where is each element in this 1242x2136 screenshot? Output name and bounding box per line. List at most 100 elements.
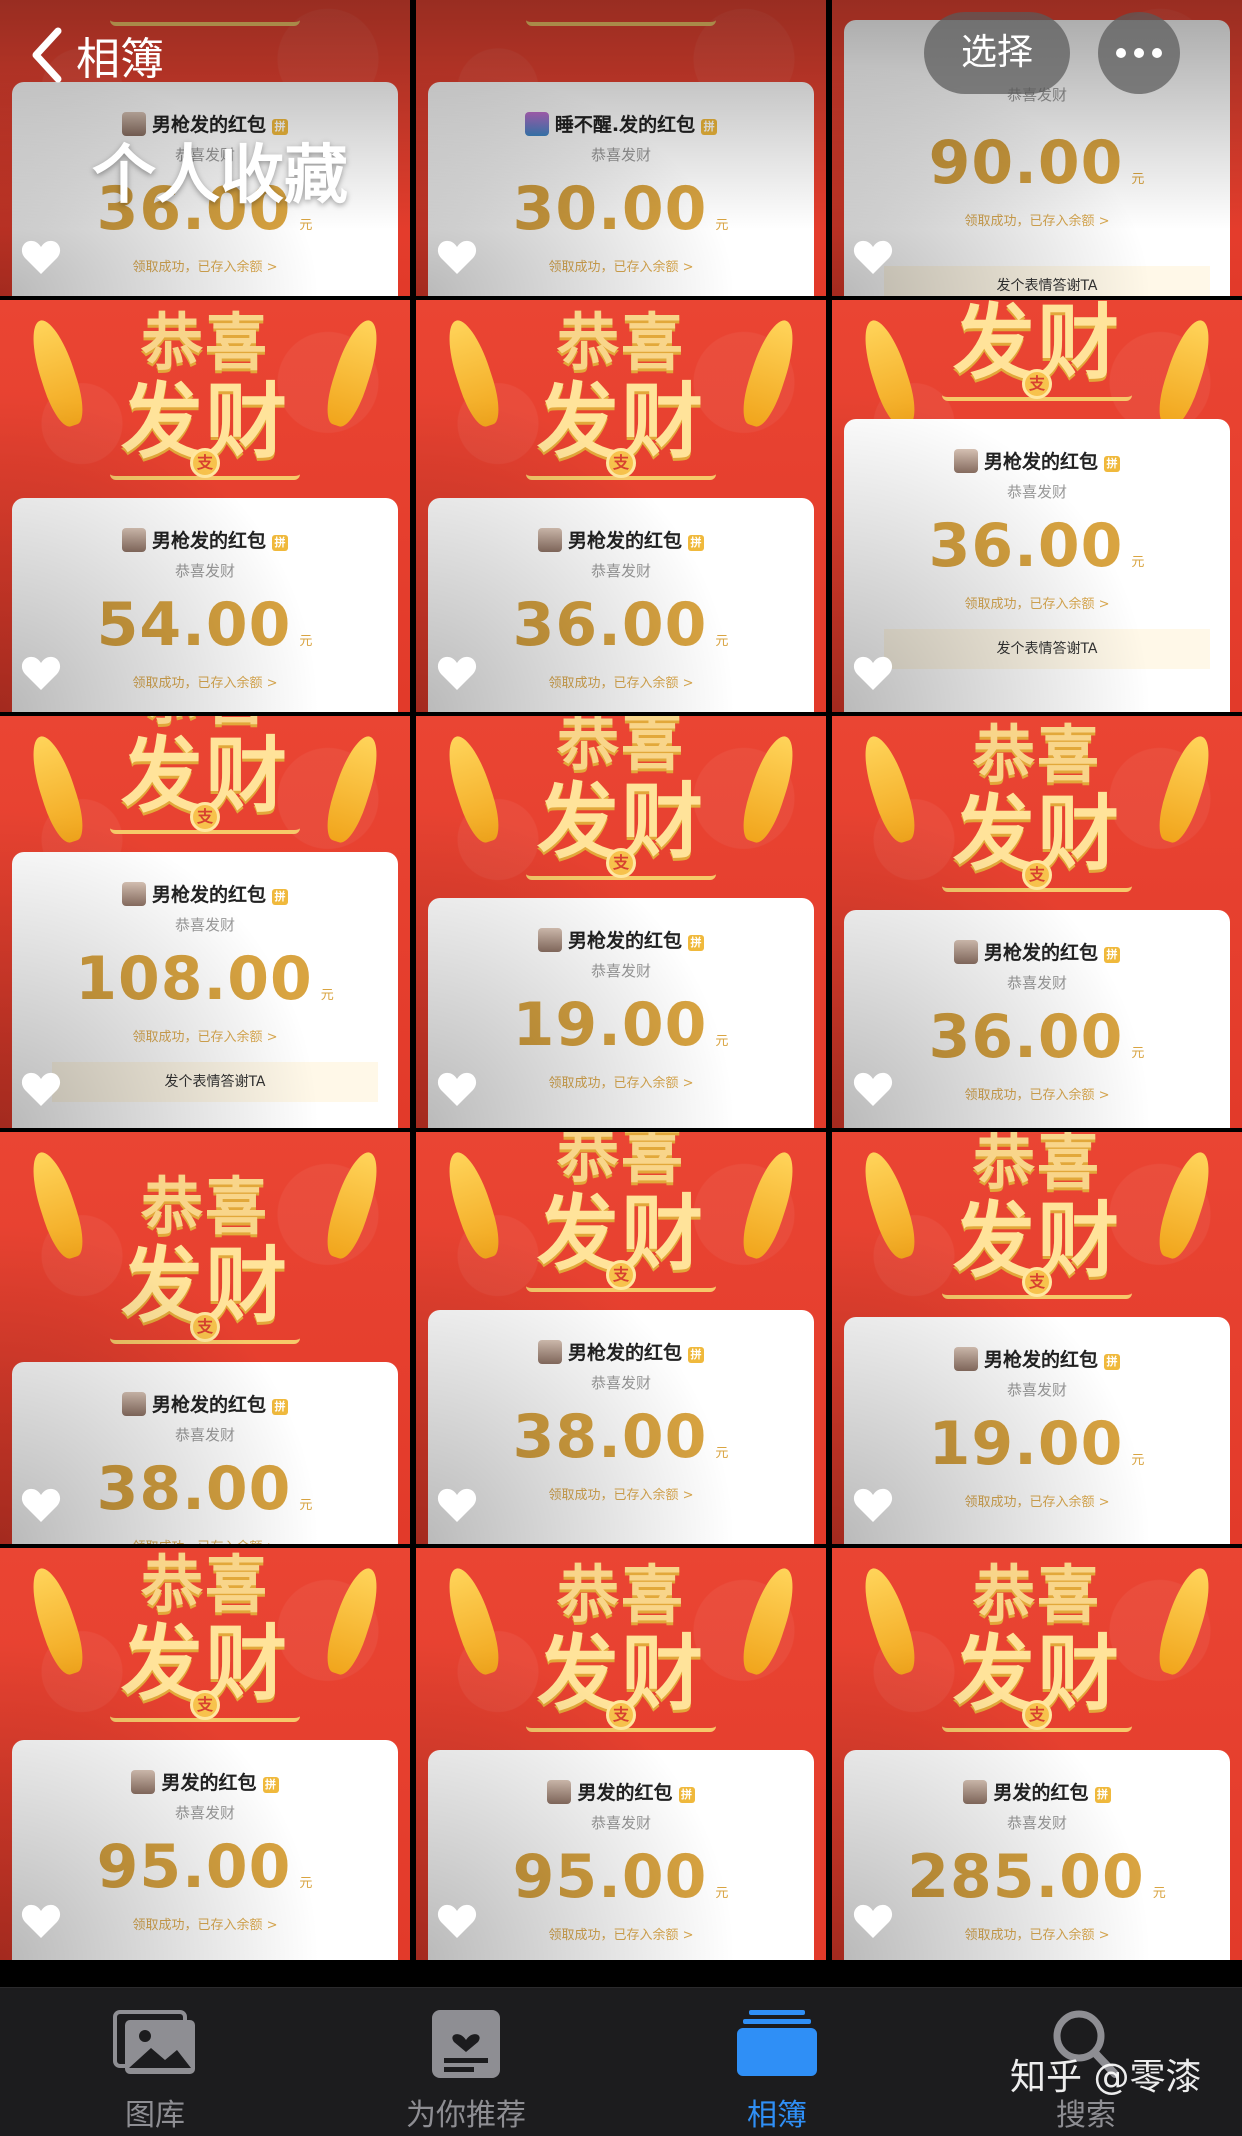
red-packet-photo[interactable]: 恭喜发财支男枪发的红包拼恭喜发财38.00元领取成功，已存入余额 > xyxy=(416,1132,826,1544)
pin-badge: 拼 xyxy=(272,889,288,905)
alipay-coin-icon: 支 xyxy=(190,1312,220,1342)
red-packet-photo[interactable]: 恭喜 发财支男枪发的红包拼恭喜发财 19.00 元领取成功，已存入余额 > xyxy=(832,1132,1242,1544)
amount-value: 108.00 xyxy=(75,944,313,1014)
sender-name: 男枪发的红包 xyxy=(567,1342,682,1364)
amount-value: 285.00 xyxy=(907,1842,1145,1912)
red-packet-photo[interactable]: 恭喜 发财支男枪发的红包拼恭喜发财 54.00 元领取成功，已存入余额 > xyxy=(0,300,410,712)
red-packet-photo[interactable]: 恭喜发财支男枪发的红包拼恭喜发财38.00元领取成功，已存入余额 > xyxy=(0,1132,410,1544)
status-text: 领取成功，已存入余额 > xyxy=(548,1076,694,1091)
status-text: 领取成功，已存入余额 > xyxy=(964,1088,1110,1103)
amount-unit: 元 xyxy=(299,1876,314,1891)
red-packet-photo[interactable]: 恭喜 发财支男发的红包拼恭喜发财 285.00 元领取成功，已存入余额 > xyxy=(832,1548,1242,1960)
amount-unit: 元 xyxy=(1152,1886,1167,1901)
red-packet-photo[interactable]: 恭喜 发财支男枪发的红包拼恭喜发财 36.00 元领取成功，已存入余额 > xyxy=(416,300,826,712)
greeting: 恭喜发财 xyxy=(1006,483,1067,501)
amount-unit: 元 xyxy=(715,634,730,649)
tab-label: 为你推荐 xyxy=(406,2098,526,2133)
red-packet-card: 男发的红包拼恭喜发财 285.00 元领取成功，已存入余额 > xyxy=(844,1750,1230,1960)
status-text: 领取成功，已存入余额 > xyxy=(964,1495,1110,1510)
status-text: 领取成功，已存入余额 > xyxy=(132,1918,278,1933)
heart-icon[interactable] xyxy=(436,1902,478,1940)
albums-icon xyxy=(737,2010,817,2076)
alipay-coin-icon: 支 xyxy=(1022,1267,1052,1297)
amount-unit: 元 xyxy=(299,634,314,649)
heart-icon[interactable] xyxy=(436,238,478,276)
avatar xyxy=(963,1780,988,1804)
amount: 108.00 元 xyxy=(12,944,398,1014)
heart-icon[interactable] xyxy=(20,1902,62,1940)
heart-icon[interactable] xyxy=(20,1486,62,1524)
select-button[interactable]: 选择 xyxy=(924,12,1070,94)
heart-icon[interactable] xyxy=(852,654,894,692)
amount-value: 19.00 xyxy=(928,1409,1124,1479)
red-packet-photo[interactable]: 恭喜发财 支男枪发的红包拼恭喜发财 108.00 元领取成功，已存入余额 > 发个表情答… xyxy=(0,716,410,1128)
amount-value: 95.00 xyxy=(96,1832,292,1902)
red-packet-photo[interactable]: 恭喜 发财支男枪发的红包拼恭喜发财 36.00 元领取成功，已存入余额 > xyxy=(832,716,1242,1128)
greeting: 恭喜发财 xyxy=(174,916,235,934)
tab-for-you[interactable]: 为你推荐 xyxy=(346,1988,586,2136)
amount: 19.00 元 xyxy=(844,1409,1230,1479)
status-text: 领取成功，已存入余额 > xyxy=(964,597,1110,612)
fortune-banner: 恭喜发财 xyxy=(832,720,1242,880)
amount-unit: 元 xyxy=(715,1886,730,1901)
heart-icon[interactable] xyxy=(436,1486,478,1524)
sender-line: 男枪发的红包拼 xyxy=(12,526,398,553)
thanks-bar: 发个表情答谢TA xyxy=(884,266,1210,296)
red-packet-photo[interactable]: 恭喜 发财支男枪发的红包拼恭喜发财 19.00 元领取成功，已存入余额 > xyxy=(416,716,826,1128)
alipay-coin-icon: 支 xyxy=(1022,369,1052,399)
album-title: 个人收藏 xyxy=(92,139,348,213)
avatar xyxy=(537,928,562,952)
sender-line: 男枪发的红包拼 xyxy=(428,526,814,553)
more-options-button[interactable] xyxy=(1098,12,1180,94)
back-button[interactable]: 相簿 xyxy=(30,20,164,90)
heart-icon[interactable] xyxy=(852,1902,894,1940)
for-you-icon xyxy=(432,2010,500,2078)
pin-badge: 拼 xyxy=(272,1399,288,1415)
amount: 95.00 元 xyxy=(428,1842,814,1912)
status-text: 领取成功，已存入余额 > xyxy=(132,676,278,691)
pin-badge: 拼 xyxy=(688,1347,704,1363)
greeting: 恭喜发财 xyxy=(174,562,235,580)
tab-albums[interactable]: 相簿 xyxy=(657,1988,897,2136)
greeting: 恭喜发财 xyxy=(1006,1814,1067,1832)
heart-icon[interactable] xyxy=(852,1070,894,1108)
alipay-coin-icon: 支 xyxy=(190,448,220,478)
fortune-banner: 恭喜发财 xyxy=(832,1560,1242,1720)
amount-value: 36.00 xyxy=(928,511,1124,581)
heart-icon[interactable] xyxy=(20,238,62,276)
amount: 36.00 元 xyxy=(844,511,1230,581)
banner-line1: 恭喜 xyxy=(140,1548,269,1621)
amount-unit: 元 xyxy=(299,1498,314,1513)
sender-line: 男枪发的红包拼 xyxy=(844,447,1230,474)
avatar xyxy=(121,882,146,906)
red-packet-photo[interactable]: 恭喜 发财支男发的红包拼恭喜发财 95.00 元领取成功，已存入余额 > xyxy=(0,1548,410,1960)
sender-line: 男枪发的红包拼 xyxy=(12,1390,398,1417)
greeting: 恭喜发财 xyxy=(174,1426,235,1444)
heart-icon[interactable] xyxy=(436,1070,478,1108)
red-packet-card: 男枪发的红包拼恭喜发财 36.00 元领取成功，已存入余额 > xyxy=(428,498,814,712)
red-packet-photo[interactable]: 恭喜 发财支男发的红包拼恭喜发财 95.00 元领取成功，已存入余额 > xyxy=(416,1548,826,1960)
fortune-banner: 恭喜发财 xyxy=(416,1560,826,1720)
red-packet-card: 男枪发的红包拼恭喜发财 38.00 元领取成功，已存入余额 > xyxy=(428,1310,814,1544)
avatar xyxy=(953,1347,978,1371)
red-packet-photo[interactable]: 恭喜发财 支男枪发的红包拼恭喜发财 36.00 元领取成功，已存入余额 > 发个表情答谢… xyxy=(832,300,1242,712)
sender-name: 男枪发的红包 xyxy=(983,942,1098,964)
sender-name: 男发的红包 xyxy=(161,1772,257,1794)
heart-icon[interactable] xyxy=(20,1070,62,1108)
greeting: 恭喜发财 xyxy=(590,1374,651,1392)
alipay-coin-icon: 支 xyxy=(606,1260,636,1290)
amount-unit: 元 xyxy=(715,1034,730,1049)
heart-icon[interactable] xyxy=(20,654,62,692)
alipay-coin-icon: 支 xyxy=(606,448,636,478)
avatar xyxy=(131,1770,156,1794)
banner-line1: 恭喜 xyxy=(972,1132,1101,1198)
avatar xyxy=(953,449,978,473)
red-packet-card: 男发的红包拼恭喜发财 95.00 元领取成功，已存入余额 > xyxy=(428,1750,814,1960)
amount: 36.00 元 xyxy=(844,1002,1230,1072)
heart-icon[interactable] xyxy=(852,238,894,276)
tab-library[interactable]: 图库 xyxy=(35,1988,275,2136)
heart-icon[interactable] xyxy=(436,654,478,692)
red-packet-card: 男枪发的红包拼恭喜发财 38.00 元领取成功，已存入余额 > xyxy=(12,1362,398,1544)
heart-icon[interactable] xyxy=(852,1486,894,1524)
pin-badge: 拼 xyxy=(688,935,704,951)
